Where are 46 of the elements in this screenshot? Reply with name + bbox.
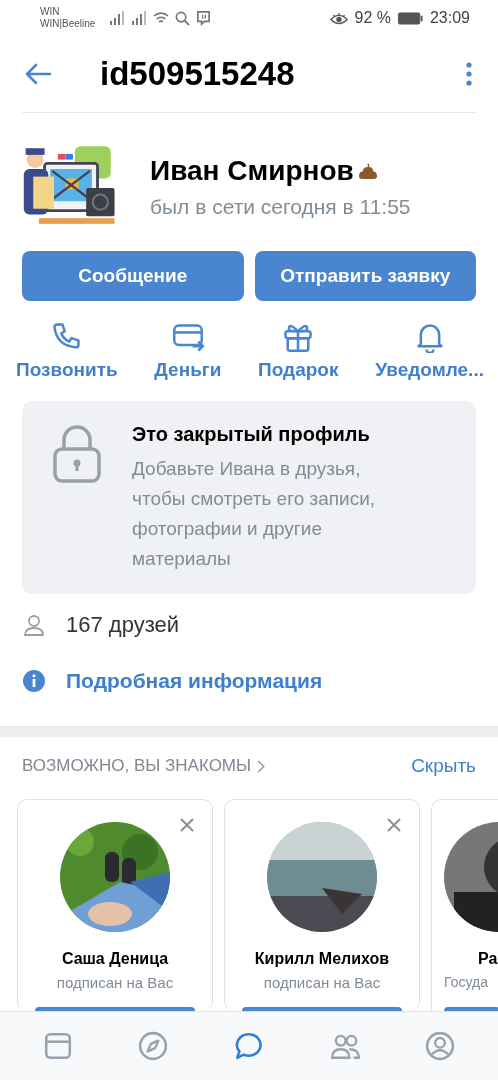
page-title: id509515248 <box>100 55 295 93</box>
chevron-icon <box>257 759 266 773</box>
battery-icon <box>396 11 424 25</box>
person-name: Ра <box>478 950 498 968</box>
chat-icon <box>196 10 212 26</box>
eye-icon <box>330 11 349 25</box>
back-icon[interactable] <box>24 62 52 86</box>
person-name: Саша Деница <box>61 950 169 968</box>
card-icon[interactable] <box>171 321 204 353</box>
action-link[interactable]: Деньги <box>154 359 222 381</box>
closed-profile-title: Это закрытый профиль <box>132 423 371 446</box>
signal-icon <box>109 10 126 26</box>
profile-icon[interactable] <box>425 1031 456 1061</box>
hide-link[interactable]: Скрыть <box>411 755 476 777</box>
last-seen-text: был в сети сегодня в 11:55 <box>150 195 411 219</box>
person-subtitle: подписан на Вас <box>263 974 381 991</box>
action-link[interactable]: Позвонить <box>16 359 118 381</box>
wifi-icon <box>153 10 170 26</box>
person-subtitle: Госуда <box>444 974 488 990</box>
info-icon <box>22 669 46 693</box>
action-link[interactable]: Подарок <box>258 359 339 381</box>
more-icon[interactable] <box>466 62 472 86</box>
battery-percent: 92 % <box>354 9 391 27</box>
lock-icon <box>52 423 102 483</box>
friends-count[interactable]: 167 друзей <box>66 612 179 638</box>
details-link[interactable]: Подробная информация <box>66 669 323 693</box>
carrier-name: WIN|Beeline <box>40 18 96 30</box>
poop-icon <box>357 162 378 180</box>
action-button[interactable]: Отправить заявку <box>254 251 476 301</box>
person-icon <box>22 613 46 637</box>
carrier-name: WIN <box>40 6 61 18</box>
chat-bubble-icon[interactable] <box>234 1031 264 1061</box>
search-icon <box>175 10 191 26</box>
action-button[interactable]: Сообщение <box>22 251 244 301</box>
person-subtitle: подписан на Вас <box>56 974 174 991</box>
section-title[interactable]: ВОЗМОЖНО, ВЫ ЗНАКОМЫ <box>22 756 252 776</box>
close-icon[interactable] <box>180 818 194 832</box>
profile-name: Иван Смирнов <box>150 155 354 187</box>
compass-icon[interactable] <box>138 1031 169 1061</box>
close-icon[interactable] <box>387 818 401 832</box>
person-name: Кирилл Мелихов <box>254 950 390 968</box>
action-link[interactable]: Уведомле... <box>375 359 484 381</box>
closed-profile-text: Добавьте Ивана в друзья, чтобы смотреть его записи, фотографии и другие материалы <box>132 457 377 571</box>
clock: 23:09 <box>429 9 470 27</box>
signal-icon <box>131 10 148 26</box>
window-icon[interactable] <box>42 1031 73 1061</box>
